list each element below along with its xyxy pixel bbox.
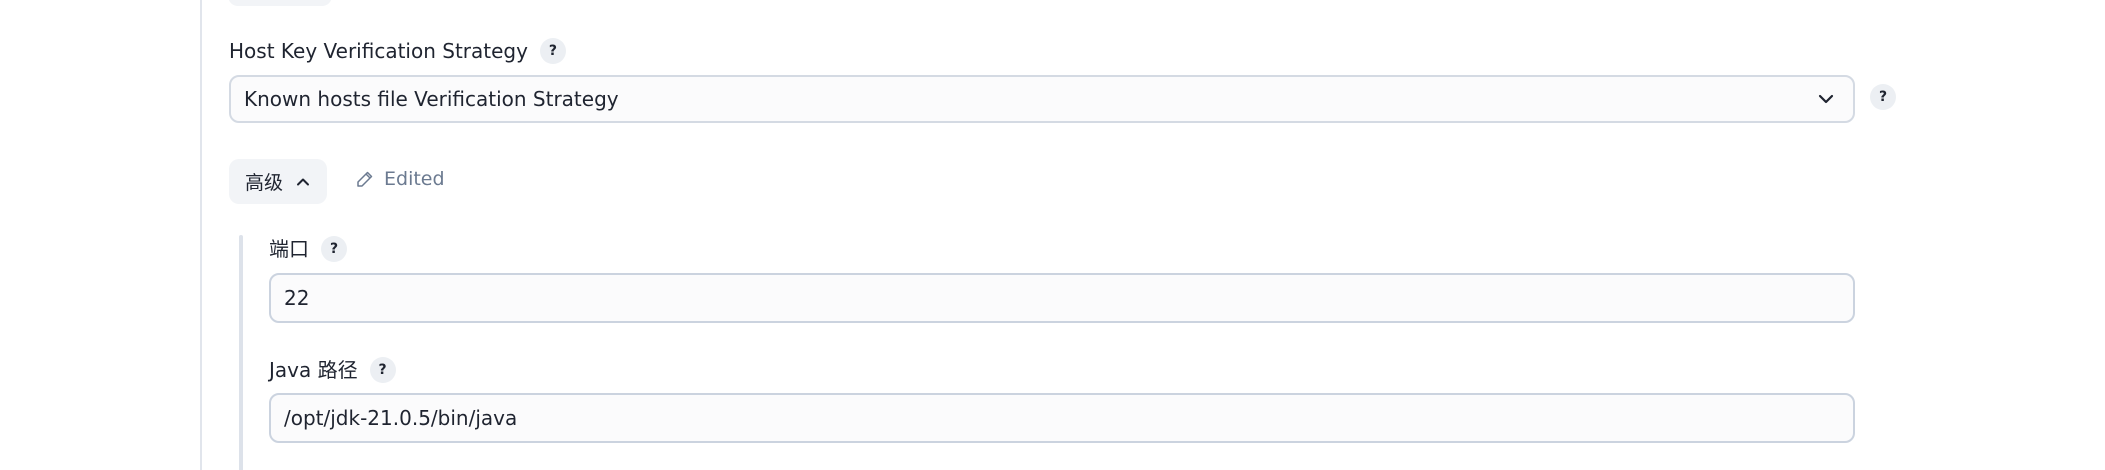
chevron-up-icon <box>297 178 309 185</box>
host-key-strategy-select[interactable]: Known hosts file Verification Strategy <box>229 75 1855 123</box>
page: Host Key Verification Strategy ? Known h… <box>0 0 2105 470</box>
port-label-row: 端口 ? <box>269 236 347 262</box>
java-path-label-row: Java 路径 ? <box>269 357 396 383</box>
host-key-help-button[interactable]: ? <box>539 38 566 64</box>
advanced-label: 高级 <box>244 172 283 194</box>
pencil-icon <box>357 171 373 187</box>
host-key-strategy-help-button[interactable]: ? <box>1870 84 1896 110</box>
java-path-help-button[interactable]: ? <box>369 357 396 383</box>
advanced-section-rail <box>239 235 243 470</box>
port-input[interactable] <box>269 273 1855 323</box>
port-label: 端口 <box>269 237 309 261</box>
edited-indicator: Edited <box>356 168 445 190</box>
port-help-button[interactable]: ? <box>321 236 347 262</box>
host-key-label-row: Host Key Verification Strategy ? <box>229 38 566 64</box>
chevron-down-icon <box>1818 94 1834 104</box>
host-key-strategy-selected: Known hosts file Verification Strategy <box>244 87 619 111</box>
java-path-label: Java 路径 <box>269 358 358 382</box>
host-key-label: Host Key Verification Strategy <box>229 39 528 63</box>
section-rail <box>200 0 202 470</box>
edited-label: Edited <box>384 168 445 190</box>
previous-field-control[interactable] <box>228 0 332 6</box>
advanced-toggle-button[interactable]: 高级 <box>229 159 327 204</box>
java-path-input[interactable] <box>269 393 1855 443</box>
